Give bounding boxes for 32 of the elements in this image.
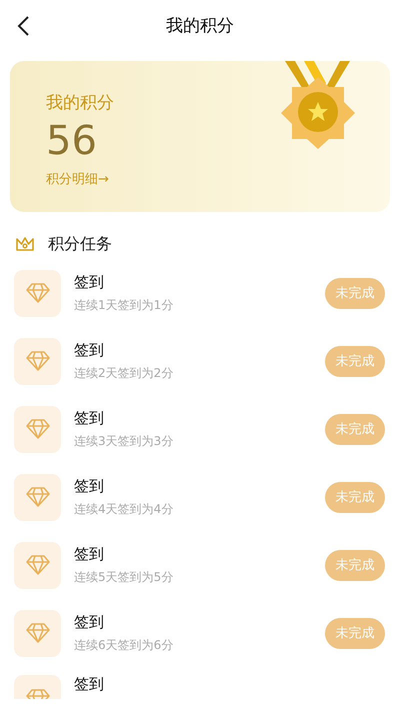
task-description: 连续1天签到为1分	[74, 296, 174, 314]
points-detail-link[interactable]: 积分明细→	[46, 170, 109, 188]
section-title: 积分任务	[48, 234, 112, 254]
task-description: 连续5天签到为5分	[74, 568, 174, 586]
task-title: 签到	[74, 675, 104, 694]
diamond-icon	[26, 419, 50, 439]
diamond-icon	[26, 351, 50, 371]
points-value: 56	[46, 117, 98, 166]
task-title: 签到	[74, 612, 104, 632]
task-title: 签到	[74, 544, 104, 564]
status-button[interactable]: 未完成	[325, 618, 385, 648]
task-description: 连续3天签到为3分	[74, 432, 174, 450]
task-description: 连续6天签到为6分	[74, 636, 174, 654]
diamond-icon	[26, 487, 50, 507]
diamond-icon	[26, 623, 50, 643]
status-button[interactable]: 未完成	[325, 414, 385, 444]
task-title: 签到	[74, 476, 104, 496]
task-title: 签到	[74, 340, 104, 360]
back-icon[interactable]	[16, 15, 30, 37]
crown-icon	[15, 236, 35, 252]
points-label: 我的积分	[46, 92, 115, 114]
status-button[interactable]: 未完成	[325, 550, 385, 580]
diamond-icon	[26, 555, 50, 575]
task-title: 签到	[74, 408, 104, 428]
status-button[interactable]: 未完成	[325, 278, 385, 308]
status-button[interactable]: 未完成	[325, 482, 385, 512]
task-description: 连续4天签到为4分	[74, 500, 174, 518]
status-button[interactable]: 未完成	[325, 346, 385, 376]
task-title: 签到	[74, 272, 104, 292]
page-title: 我的积分	[166, 14, 234, 36]
diamond-icon	[26, 283, 50, 303]
task-description: 连续2天签到为2分	[74, 364, 174, 382]
